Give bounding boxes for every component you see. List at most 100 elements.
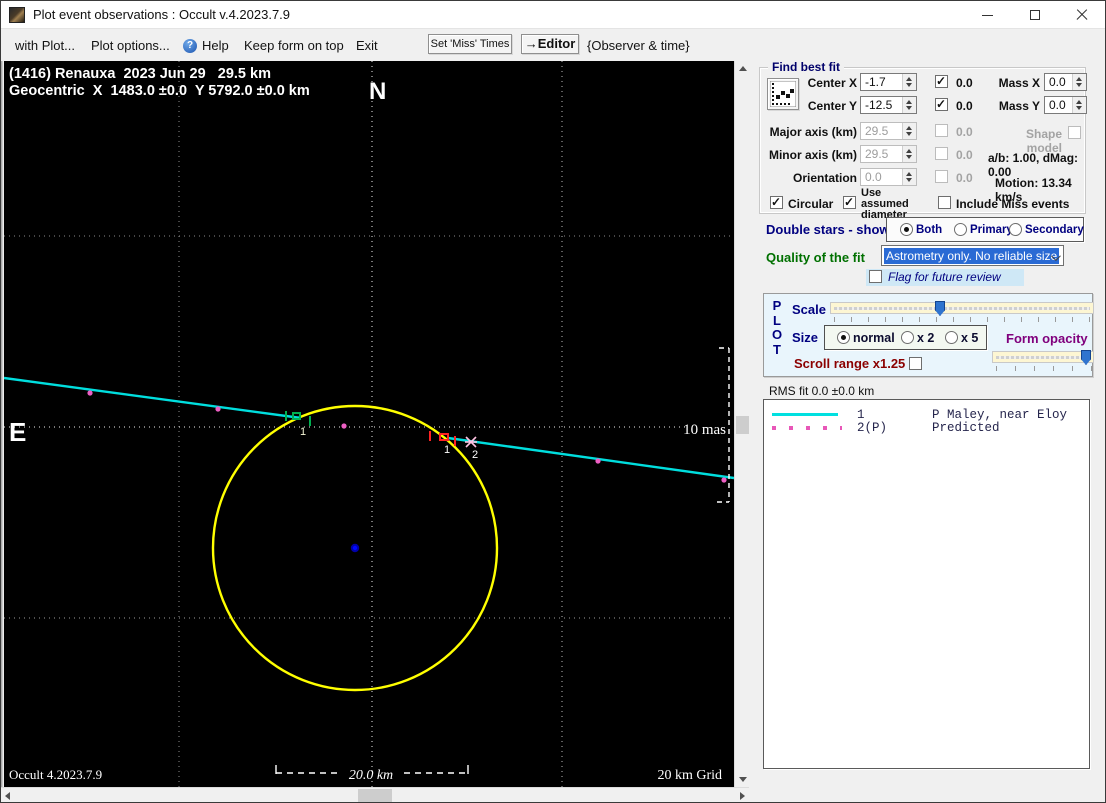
size-radio-group: normal x 2 x 5: [824, 325, 987, 350]
event-markers-disappearance: [285, 411, 311, 426]
mass-y-spinner[interactable]: 0.0: [1044, 96, 1087, 114]
menu-help[interactable]: Help: [202, 38, 229, 53]
scroll-left-icon[interactable]: [5, 792, 10, 800]
window-title: Plot event observations : Occult v.4.202…: [33, 7, 291, 22]
major-axis-label: Major axis (km): [769, 125, 857, 139]
spinner-arrows-icon: [902, 123, 916, 139]
center-x-err-checkbox[interactable]: [935, 74, 948, 88]
menu-with-plot[interactable]: with Plot...: [15, 38, 75, 53]
east-label: E: [9, 417, 26, 447]
use-assumed-checkbox[interactable]: [843, 195, 856, 209]
scroll-right-icon[interactable]: [740, 792, 745, 800]
circular-checkbox[interactable]: [770, 195, 783, 209]
legend-description: P Maley, near Eloy: [932, 408, 1068, 422]
scale-label: Scale: [792, 302, 826, 317]
opacity-slider[interactable]: [992, 350, 1094, 365]
opacity-slider-ticks: [996, 366, 1092, 371]
double-stars-primary-label: Primary: [970, 224, 1013, 236]
plot-settings-panel: PLOT Scale Size normal x 2 x 5 Form opac…: [763, 293, 1094, 377]
opacity-slider-thumb[interactable]: [1081, 350, 1091, 365]
plot-horizontal-scrollbar[interactable]: [1, 787, 749, 802]
flag-review-label: Flag for future review: [888, 270, 1001, 284]
legend-row-2[interactable]: 2(P) Predicted: [764, 421, 1089, 435]
minimize-icon: [982, 14, 993, 16]
minor-axis-spinner: 29.5: [860, 145, 917, 163]
center-dot: [350, 543, 360, 553]
chord-2-predicted: [87, 390, 727, 483]
minimize-button[interactable]: [964, 1, 1011, 29]
size-x5-label: x 5: [961, 331, 979, 345]
spinner-arrows-icon[interactable]: [902, 74, 916, 90]
mass-y-label: Mass Y: [998, 99, 1040, 113]
menu-keep-on-top[interactable]: Keep form on top: [244, 38, 344, 53]
find-best-fit-title: Find best fit: [768, 60, 844, 74]
fit-chart-icon: [769, 80, 797, 108]
double-stars-label: Double stars - show: [766, 222, 890, 237]
cyan-line-swatch: [772, 413, 838, 416]
fit-button[interactable]: [767, 78, 799, 110]
predicted-star-marker: [465, 436, 477, 448]
hscroll-thumb[interactable]: [358, 789, 392, 802]
size-x5-radio[interactable]: [945, 331, 958, 344]
flag-review-checkbox[interactable]: [869, 270, 882, 283]
menu-exit[interactable]: Exit: [356, 38, 378, 53]
magenta-dots-swatch: [772, 426, 842, 430]
set-miss-times-button[interactable]: Set 'Miss' Times: [428, 34, 512, 54]
double-stars-both-radio[interactable]: [900, 223, 913, 236]
double-stars-primary-radio[interactable]: [954, 223, 967, 236]
chord1-label-r: 1: [444, 444, 450, 456]
grid-lines: [4, 61, 734, 787]
legend-number: 1: [857, 408, 865, 422]
mass-x-spinner[interactable]: 0.0: [1044, 73, 1087, 91]
scroll-down-icon[interactable]: [739, 777, 747, 782]
plot-vertical-scrollbar[interactable]: [734, 61, 749, 787]
center-y-err-checkbox[interactable]: [935, 97, 948, 111]
chord-1-observed: [3, 376, 735, 480]
scale-slider[interactable]: [830, 301, 1094, 316]
legend-number: 2(P): [857, 421, 888, 435]
center-y-label: Center Y: [807, 99, 857, 113]
center-x-spinner[interactable]: -1.7: [860, 73, 917, 91]
control-panel: Find best fit Center X -1.7 0.0 Mass X 0…: [756, 60, 1105, 802]
menubar: with Plot... Plot options... Help Keep f…: [1, 29, 1105, 61]
orientation-label: Orientation: [792, 171, 857, 185]
quality-combobox[interactable]: Astrometry only. No reliable size: [881, 245, 1064, 266]
major-err-label: 0.0: [956, 125, 973, 139]
chord-legend-list[interactable]: 1 P Maley, near Eloy 2(P) Predicted: [763, 399, 1090, 769]
spinner-arrows-icon[interactable]: [1072, 74, 1086, 90]
spinner-arrows-icon[interactable]: [1072, 97, 1086, 113]
vscroll-thumb[interactable]: [736, 416, 749, 434]
major-axis-spinner: 29.5: [860, 122, 917, 140]
flag-review-row: Flag for future review: [866, 269, 1024, 286]
editor-button[interactable]: →Editor: [521, 34, 579, 54]
spinner-arrows-icon[interactable]: [902, 97, 916, 113]
mass-x-label: Mass X: [998, 76, 1040, 90]
orientation-err-label: 0.0: [956, 171, 973, 185]
scroll-range-checkbox[interactable]: [909, 357, 922, 370]
double-stars-both-label: Both: [916, 224, 943, 236]
size-normal-label: normal: [853, 331, 895, 345]
center-x-label: Center X: [807, 76, 857, 90]
observer-time-label: {Observer & time}: [587, 38, 690, 53]
north-label: N: [369, 78, 386, 105]
size-normal-radio[interactable]: [837, 331, 850, 344]
close-button[interactable]: [1058, 1, 1105, 29]
scale-slider-thumb[interactable]: [935, 301, 945, 316]
maximize-button[interactable]: [1011, 1, 1058, 29]
include-miss-checkbox[interactable]: [938, 196, 951, 209]
quality-label: Quality of the fit: [766, 250, 865, 265]
mas-label: 10 mas: [683, 422, 726, 438]
spinner-arrows-icon: [902, 146, 916, 162]
ab-dmag-label: a/b: 1.00, dMag: 0.00: [988, 151, 1079, 179]
help-icon[interactable]: [183, 39, 197, 53]
legend-row-1[interactable]: 1 P Maley, near Eloy: [764, 408, 1089, 422]
size-x2-radio[interactable]: [901, 331, 914, 344]
center-y-spinner[interactable]: -12.5: [860, 96, 917, 114]
scroll-up-icon[interactable]: [739, 66, 747, 71]
plot-canvas[interactable]: 1 1 2 10 mas 20.0 km (1416) Renauxa 2023…: [3, 61, 735, 787]
double-stars-secondary-radio[interactable]: [1009, 223, 1022, 236]
double-stars-secondary-label: Secondary: [1025, 224, 1084, 236]
menu-plot-options[interactable]: Plot options...: [91, 38, 170, 53]
close-icon: [1076, 9, 1088, 21]
maximize-icon: [1029, 10, 1040, 20]
